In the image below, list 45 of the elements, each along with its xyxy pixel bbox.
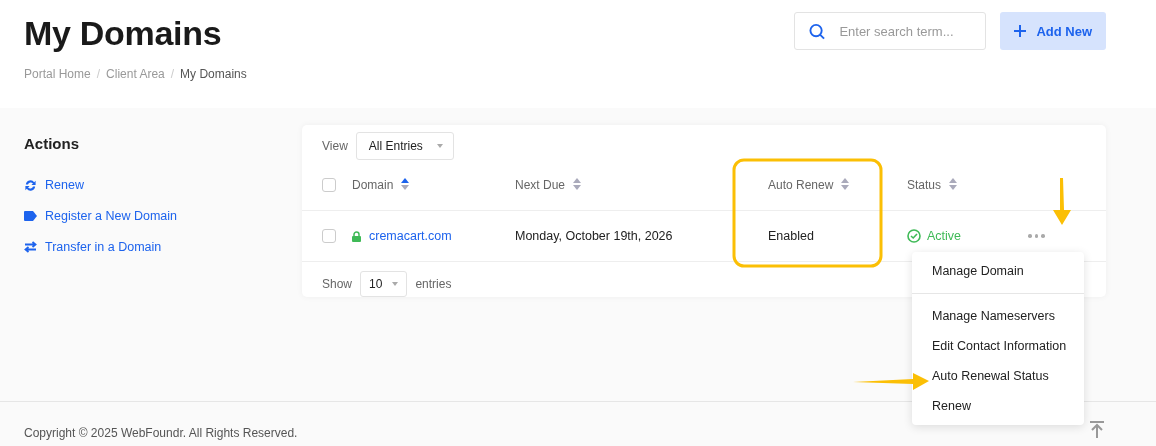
- sort-icon[interactable]: [841, 177, 850, 190]
- plus-icon: [1014, 25, 1027, 37]
- back-to-top-icon[interactable]: [1090, 421, 1104, 438]
- menu-item[interactable]: Edit Contact Information: [912, 331, 1084, 361]
- lock-icon: [352, 230, 361, 242]
- search-input[interactable]: Enter search term...: [837, 22, 972, 40]
- sync-icon: [24, 178, 37, 192]
- breadcrumb-link[interactable]: My Domains: [180, 67, 247, 81]
- annotation-arrow: [1053, 178, 1071, 225]
- menu-item[interactable]: Renew: [912, 391, 1084, 421]
- page-size-dropdown[interactable]: 10: [360, 271, 408, 297]
- view-dropdown[interactable]: All Entries: [355, 132, 454, 160]
- page-title: My Domains: [24, 14, 223, 53]
- search-field[interactable]: Enter search term...: [794, 12, 987, 50]
- row-checkbox[interactable]: [322, 229, 336, 243]
- column-header[interactable]: Domain: [352, 178, 394, 192]
- tag-icon: [24, 211, 37, 221]
- entries-label: entries: [415, 277, 452, 291]
- search-icon: [809, 22, 826, 40]
- sidebar-link[interactable]: Renew: [24, 178, 84, 192]
- column-header[interactable]: Auto Renew: [768, 178, 834, 192]
- add-new-button[interactable]: Add New: [1000, 12, 1106, 50]
- menu-item[interactable]: Auto Renewal Status: [912, 361, 1084, 391]
- next-due-date: Monday, October 19th, 2026: [515, 229, 674, 243]
- menu-item[interactable]: Manage Nameservers: [912, 301, 1084, 331]
- domain-link[interactable]: cremacart.com: [369, 229, 452, 243]
- select-all-checkbox[interactable]: [322, 178, 336, 192]
- status-label: Active: [927, 229, 962, 243]
- sort-icon[interactable]: [949, 177, 958, 190]
- check-circle-icon: [907, 229, 921, 243]
- menu-item[interactable]: Manage Domain: [912, 256, 1084, 286]
- sidebar-link[interactable]: Transfer in a Domain: [24, 240, 162, 254]
- sort-icon[interactable]: [401, 177, 410, 190]
- copyright-text: Copyright © 2025 WebFoundr. All Rights Reserved.: [24, 426, 298, 440]
- sidebar-title: Actions: [24, 135, 80, 152]
- sort-icon[interactable]: [573, 177, 582, 190]
- view-label: View: [322, 139, 348, 153]
- show-label: Show: [322, 277, 353, 291]
- sidebar-link[interactable]: Register a New Domain: [24, 209, 177, 223]
- column-header[interactable]: Next Due: [515, 178, 566, 192]
- breadcrumb-separator: /: [96, 67, 101, 81]
- column-header[interactable]: Status: [907, 178, 942, 192]
- auto-renew-value: Enabled: [768, 229, 815, 243]
- transfer-icon: [24, 241, 37, 253]
- breadcrumb-separator: /: [170, 67, 175, 81]
